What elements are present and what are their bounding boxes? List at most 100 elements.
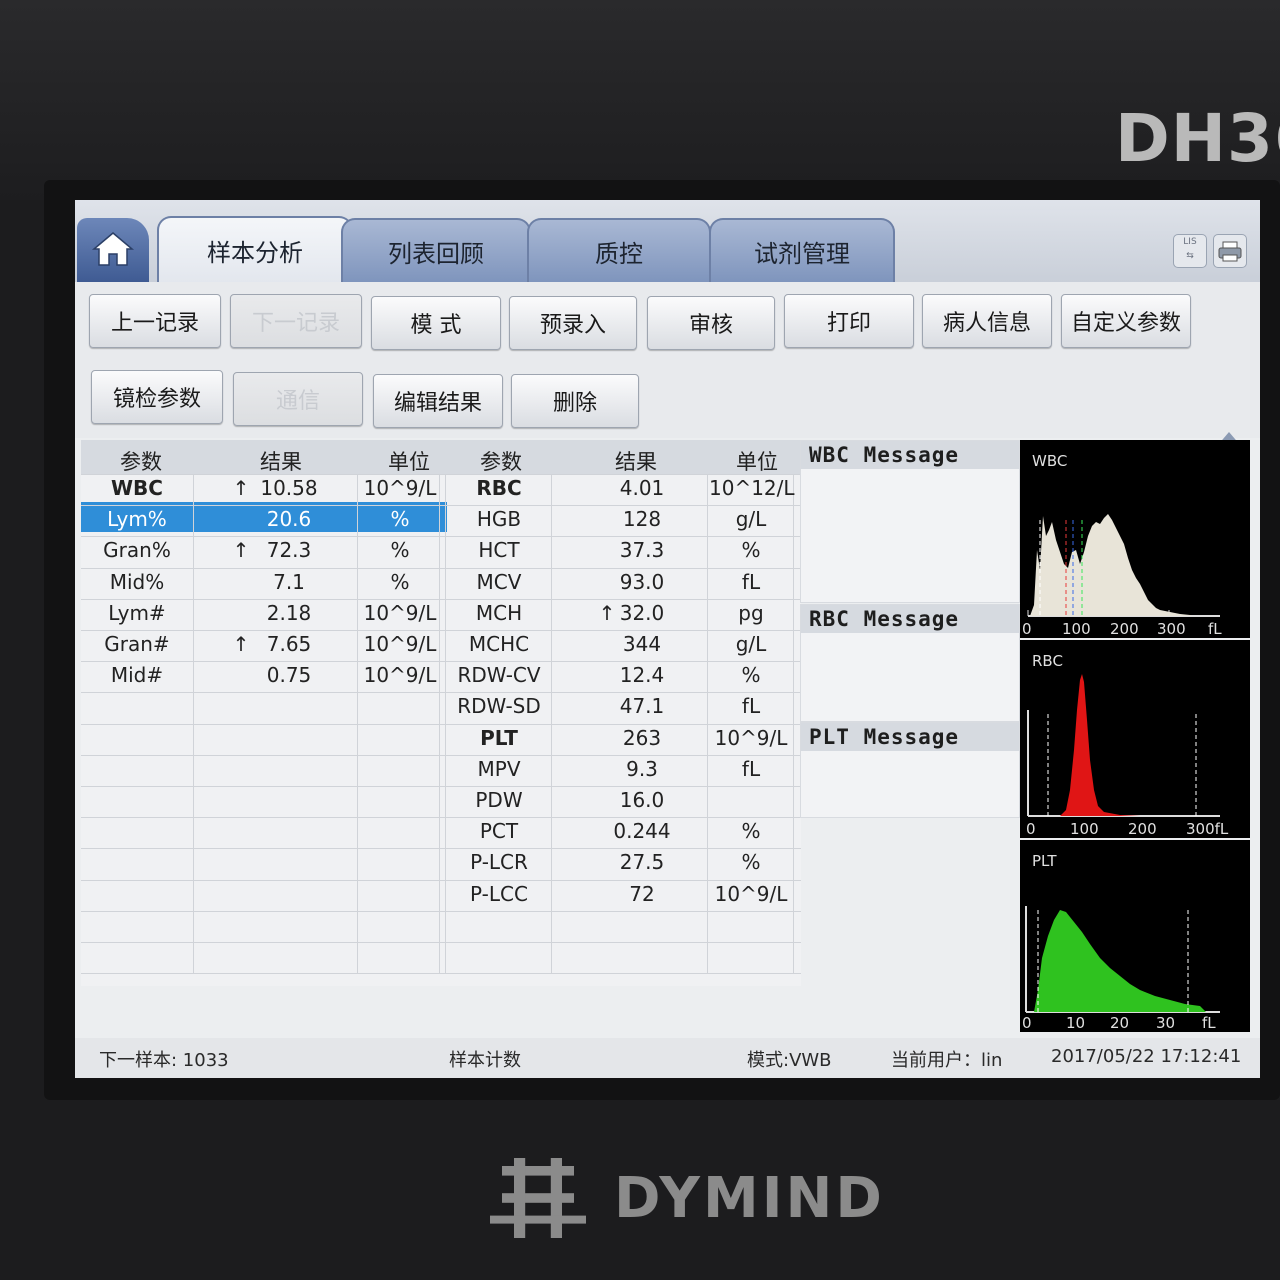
unit-cell: % [741,819,761,844]
printer-icon[interactable] [1213,234,1247,268]
result-cell: 27.5 [619,850,665,875]
result-cell: 32.0 [619,600,665,625]
next-record-button[interactable]: 下一记录 [230,294,362,348]
rbc-tick-0: 0 [1026,820,1036,838]
unit-cell: fL [741,569,761,594]
result-cell: 263 [622,725,662,750]
result-cell: 72 [629,881,655,906]
unit-cell: 10^9/L [363,663,437,688]
print-button[interactable]: 打印 [784,294,914,348]
table-row-divider [81,910,801,912]
param-cell: Mid# [110,663,164,688]
plt-message-panel: PLT Message [800,722,1020,818]
unit-cell: % [741,538,761,563]
home-icon [91,232,135,266]
param-cell: MCH [475,600,523,625]
patient-info-button[interactable]: 病人信息 [922,294,1052,348]
result-cell: 128 [622,507,662,532]
flag-up-icon: ↑ [232,476,250,500]
param-cell: PLT [480,725,518,750]
param-cell: Gran% [103,538,171,563]
unit-cell: 10^9/L [714,725,788,750]
plt-tick-30: 30 [1156,1014,1176,1032]
lis-icon-label: LIS [1183,237,1197,247]
param-cell: Lym# [108,600,166,625]
unit-cell: g/L [735,632,767,656]
tab-reagent-management[interactable]: 试剂管理 [709,218,895,282]
param-cell: MCHC [468,632,530,656]
prev-record-button[interactable]: 上一记录 [89,294,221,348]
unit-cell: 10^12/L [709,476,795,500]
flag-up-icon [231,660,251,691]
rbc-message-title: RBC Message [801,605,1019,633]
plt-histogram-label: PLT [1032,852,1057,870]
param-cell: MPV [477,756,521,781]
brand-name: DYMIND [614,1166,885,1231]
analyzer-screen: 样本分析 列表回顾 质控 试剂管理 LIS ⇆ 上一记录 下一记录 模 式 预录入… [75,200,1260,1078]
result-cell: 20.6 [266,507,312,532]
result-cell: 16.0 [619,788,665,812]
wbc-histogram: WBC 0 100 200 300 fL [1020,440,1250,638]
tab-qc[interactable]: 质控 [527,218,711,282]
unit-cell: 10^9/L [363,476,437,500]
delete-button[interactable]: 删除 [511,374,639,428]
table-row-divider [81,848,801,850]
wbc-tick-unit: fL [1208,620,1222,638]
unit-cell: 10^9/L [363,600,437,625]
custom-params-button[interactable]: 自定义参数 [1061,294,1191,348]
flag-up-icon [231,567,251,598]
comm-button[interactable]: 通信 [233,372,363,426]
table-row-divider [81,973,801,975]
table-column-divider [793,474,794,974]
result-cell: 72.3 [266,538,312,563]
wbc-message-panel: WBC Message [800,440,1020,603]
unit-cell: % [390,569,410,594]
table-column-divider [445,474,446,974]
result-cell: 344 [622,632,662,656]
tab-list-review[interactable]: 列表回顾 [341,218,531,282]
table-row-divider [81,817,801,819]
micro-params-button[interactable]: 镜检参数 [91,370,223,424]
plt-tick-0: 0 [1022,1014,1032,1032]
rbc-message-panel: RBC Message [800,604,1020,722]
unit-cell: fL [741,756,761,781]
result-cell: 7.1 [273,569,305,594]
table-column-divider [551,474,552,974]
table-row-divider [81,942,801,943]
current-user-status: 当前用户：lin [891,1050,1003,1071]
pre-entry-button[interactable]: 预录入 [509,296,637,350]
table-row-divider [81,754,801,756]
table-header: 参数 结果 单位 参数 结果 单位 [81,440,801,474]
lis-icon[interactable]: LIS ⇆ [1173,234,1207,268]
unit-cell: fL [741,694,761,719]
header-param-right: 参数 [480,450,522,474]
wbc-histogram-label: WBC [1032,452,1068,470]
rbc-tick-300: 300fL [1186,820,1229,838]
edit-result-button[interactable]: 编辑结果 [373,374,503,428]
wbc-tick-200: 200 [1110,620,1139,638]
table-row-divider [81,692,801,694]
wbc-tick-100: 100 [1062,620,1091,638]
toolbar: 上一记录 下一记录 模 式 预录入 审核 打印 病人信息 自定义参数 镜检参数 … [75,282,1260,446]
param-cell: RBC [476,476,522,500]
unit-cell: % [741,850,761,875]
wbc-tick-0: 0 [1022,620,1032,638]
result-cell: 7.65 [266,632,312,656]
table-row-divider [81,879,801,881]
mode-status: 模式:VWB [747,1050,832,1071]
home-button[interactable] [77,218,149,282]
review-button[interactable]: 审核 [647,296,775,350]
mode-button[interactable]: 模 式 [371,296,501,350]
rbc-histogram: RBC 0 100 200 300fL [1020,640,1250,838]
tab-sample-analysis[interactable]: 样本分析 [157,216,353,282]
rbc-tick-100: 100 [1070,820,1099,838]
param-cell: Gran# [104,632,170,656]
unit-cell: % [390,538,410,563]
header-param-left: 参数 [120,450,162,474]
param-cell: RDW-SD [457,694,541,719]
dymind-logo-icon [490,1158,586,1238]
device-housing [0,0,1280,200]
param-cell: Mid% [109,569,165,594]
status-bar: 下一样本: 1033 样本计数 模式:VWB 当前用户：lin 2017/05/… [75,1038,1260,1078]
param-cell: Lym% [107,507,167,532]
